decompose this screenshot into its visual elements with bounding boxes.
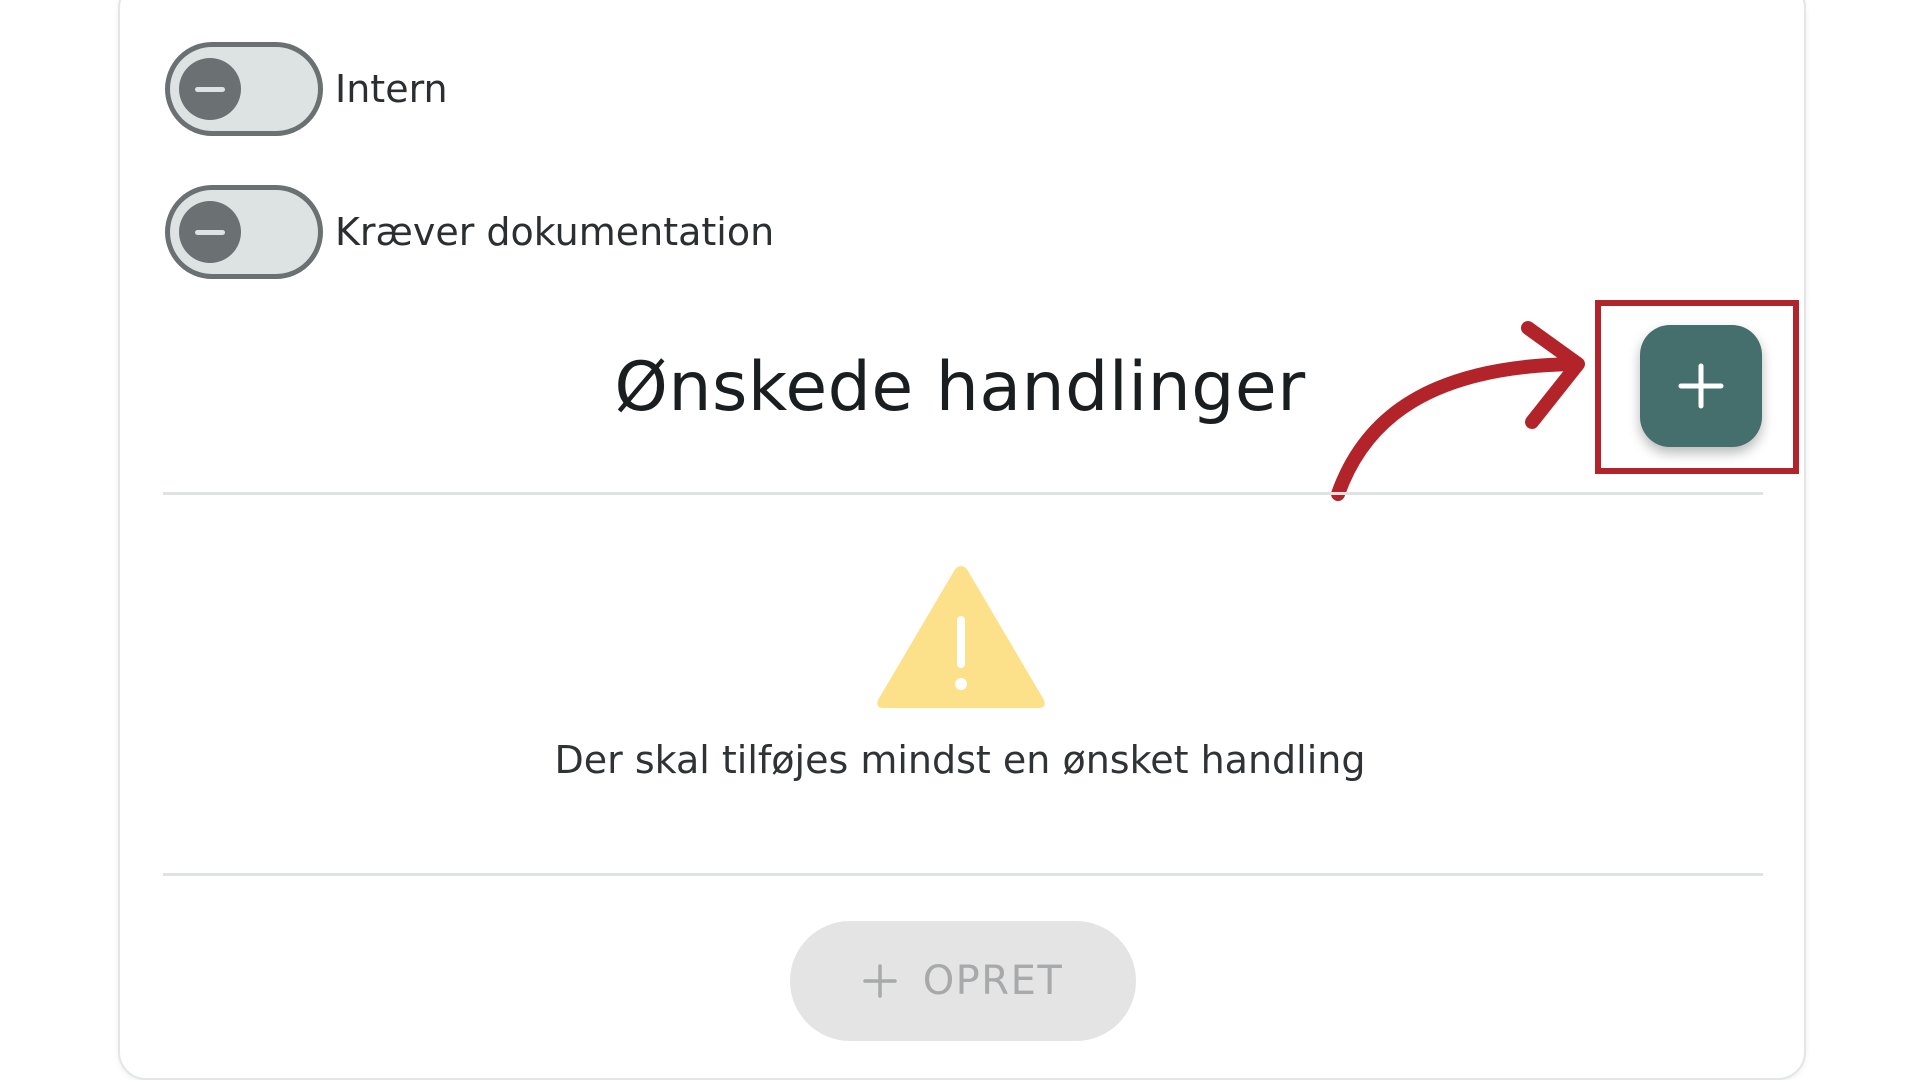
add-action-button[interactable] [1640, 325, 1762, 447]
toggle-row-intern: Intern [165, 42, 448, 136]
plus-icon [1678, 363, 1724, 409]
documentation-toggle-label: Kræver dokumentation [335, 210, 775, 254]
toggle-knob [179, 201, 241, 263]
toggle-row-documentation: Kræver dokumentation [165, 185, 774, 279]
warning-message: Der skal tilføjes mindst en ønsket handl… [554, 738, 1366, 782]
toggle-knob [179, 58, 241, 120]
documentation-toggle[interactable] [165, 185, 323, 279]
create-button[interactable]: OPRET [790, 921, 1136, 1041]
intern-toggle-label: Intern [335, 67, 448, 111]
warning-triangle-icon [877, 566, 1045, 708]
divider [163, 873, 1763, 876]
create-button-label: OPRET [922, 958, 1064, 1004]
annotation-arrow-icon [1331, 321, 1585, 501]
divider [163, 492, 1763, 495]
form-card [118, 0, 1806, 1080]
plus-icon [862, 964, 897, 998]
intern-toggle[interactable] [165, 42, 323, 136]
minus-icon [195, 86, 225, 92]
minus-icon [195, 229, 225, 235]
